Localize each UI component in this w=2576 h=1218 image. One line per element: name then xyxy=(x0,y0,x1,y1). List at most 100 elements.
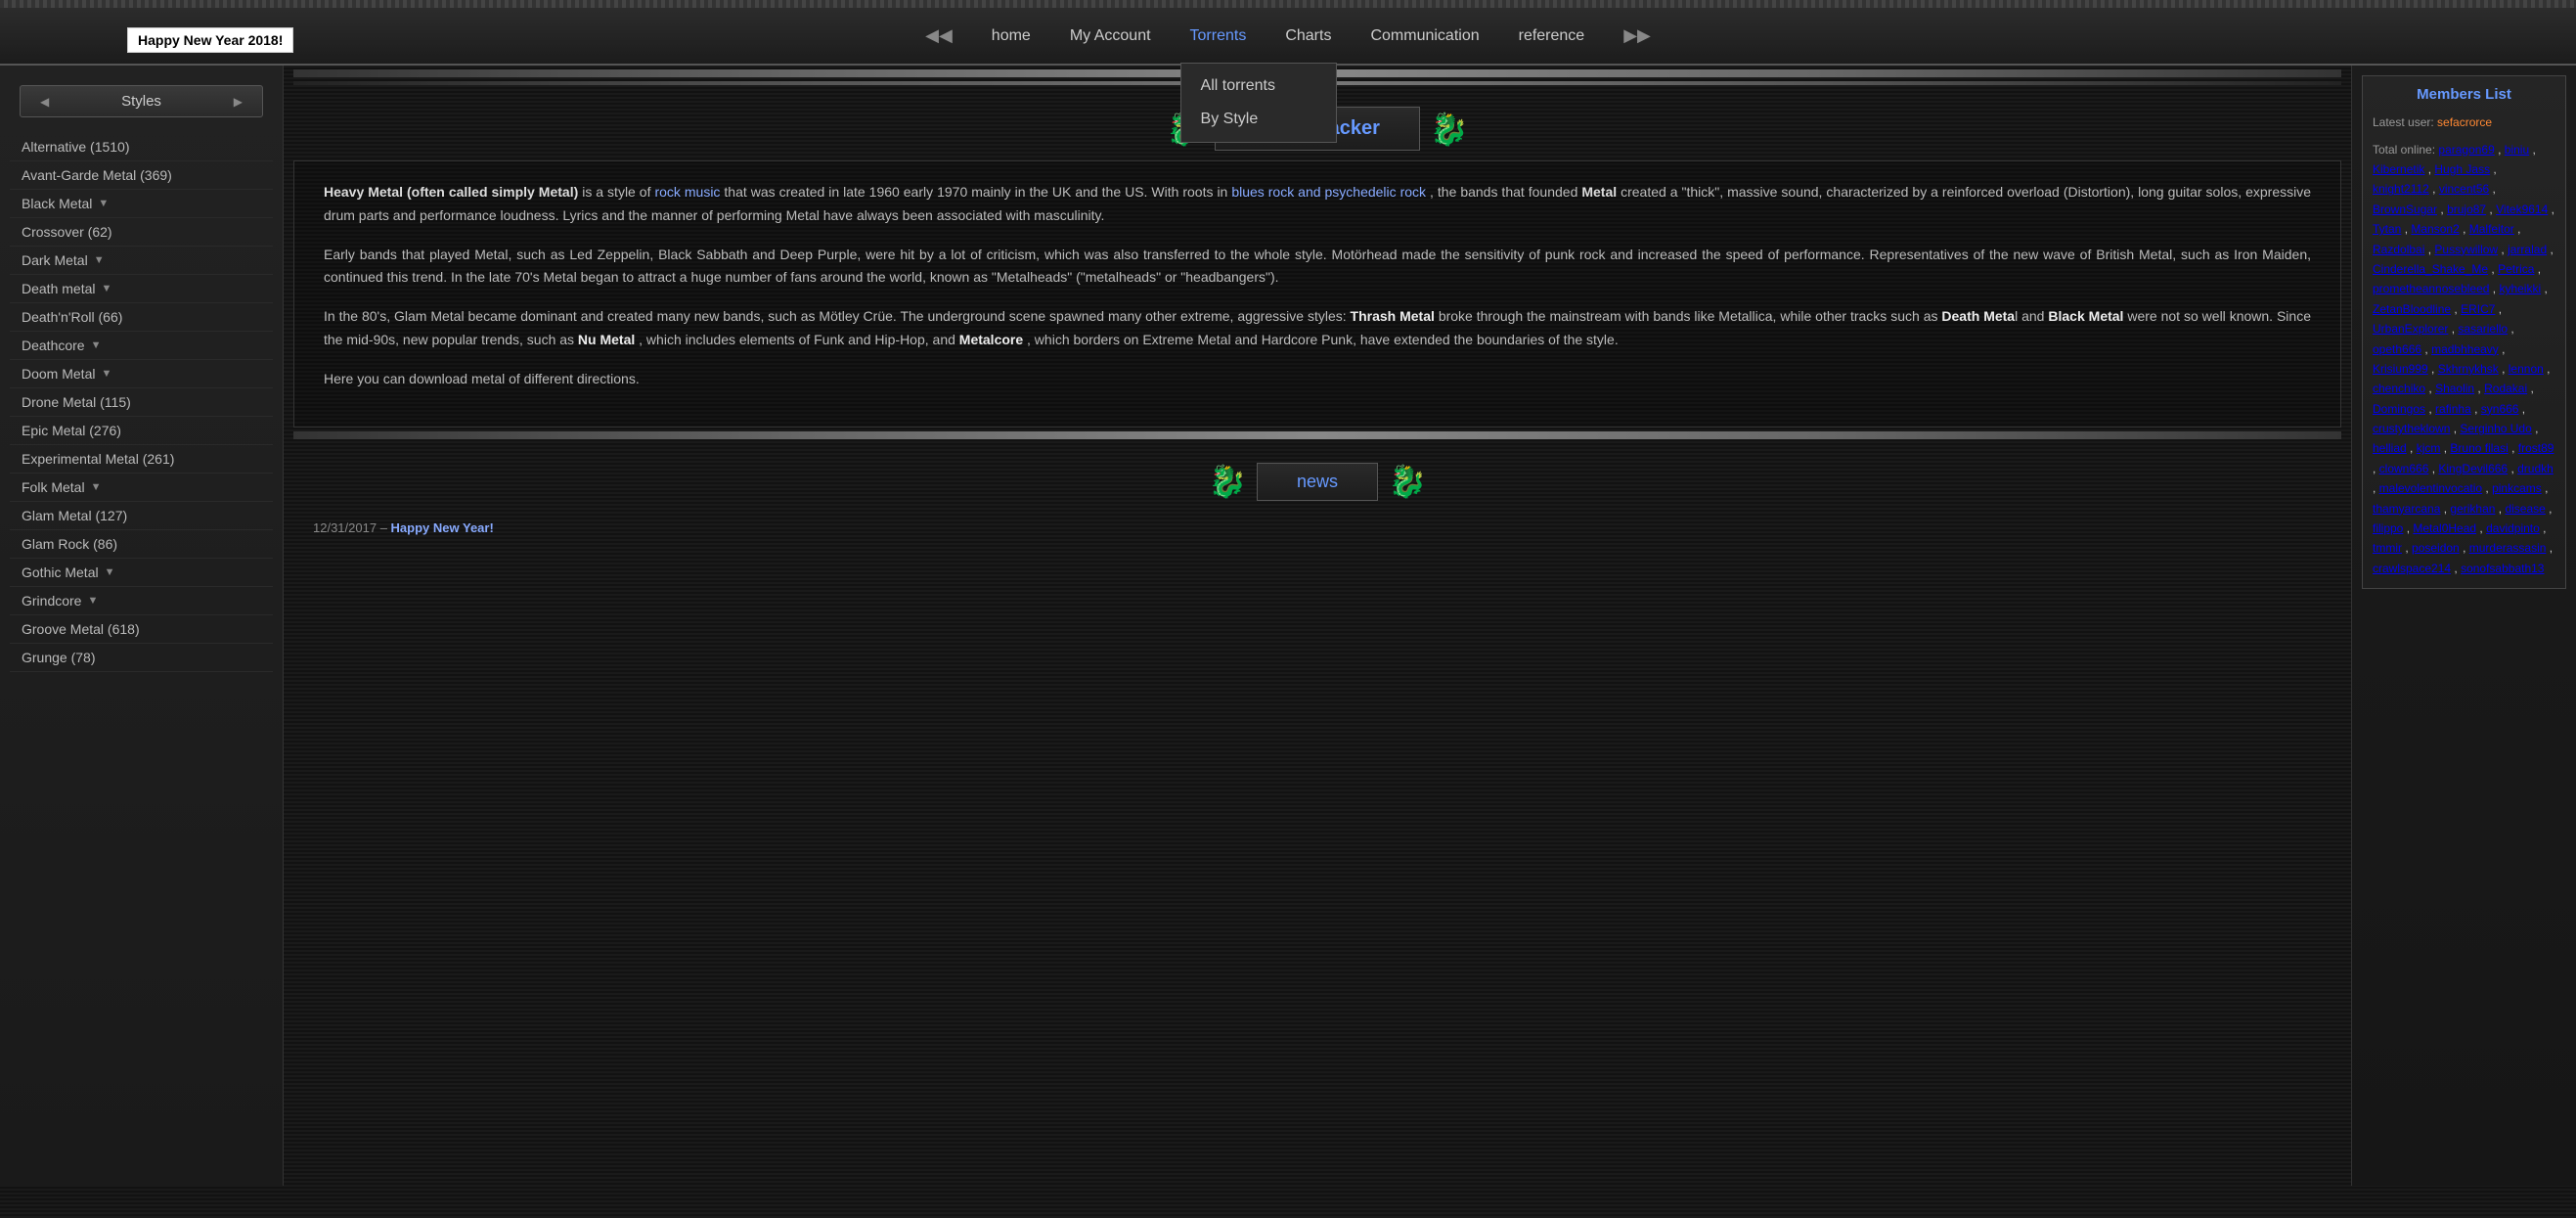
online-user-link[interactable]: Malfeitor xyxy=(2469,222,2514,236)
online-user-link[interactable]: gerikhan xyxy=(2450,502,2495,516)
online-user-link[interactable]: lennon xyxy=(2509,362,2544,376)
online-user-link[interactable]: crawlspace214 xyxy=(2373,562,2451,575)
sidebar-item-label: Crossover (62) xyxy=(22,224,112,240)
online-user-link[interactable]: Rodakai xyxy=(2484,382,2527,395)
online-user-link[interactable]: Serginho Udo xyxy=(2460,422,2531,435)
online-user-link[interactable]: Shaolin xyxy=(2435,382,2474,395)
online-user-link[interactable]: Manson2 xyxy=(2411,222,2459,236)
online-user-link[interactable]: Kibernetik xyxy=(2373,162,2424,176)
online-user-link[interactable]: Tytan xyxy=(2373,222,2401,236)
nav-item-home[interactable]: home xyxy=(992,27,1031,45)
sidebar-item-avantgarde[interactable]: Avant-Garde Metal (369) xyxy=(10,161,273,190)
online-user-link[interactable]: Skhrnykhsk xyxy=(2438,362,2499,376)
torrents-dropdown: All torrents By Style xyxy=(1180,63,1337,143)
sidebar-item-deathmetal[interactable]: Death metal ▼ xyxy=(10,275,273,303)
sidebar-item-epicmetal[interactable]: Epic Metal (276) xyxy=(10,417,273,445)
online-user-link[interactable]: ZetanBloodline xyxy=(2373,302,2451,316)
online-user-link[interactable]: Razdolbai xyxy=(2373,243,2424,256)
online-user-link[interactable]: Krisiun999 xyxy=(2373,362,2428,376)
online-user-link[interactable]: sonofsabbath13 xyxy=(2461,562,2544,575)
online-user-link[interactable]: madbhheavy xyxy=(2431,342,2499,356)
article-bold-metal: Metal xyxy=(1581,184,1617,200)
nav-link-myaccount[interactable]: My Account xyxy=(1070,27,1151,44)
nav-item-charts[interactable]: Charts xyxy=(1285,27,1331,45)
sidebar-item-gothicmetal[interactable]: Gothic Metal ▼ xyxy=(10,559,273,587)
online-user-link[interactable]: sasariello xyxy=(2458,322,2508,336)
online-user-link[interactable]: malevolentinvocatio xyxy=(2379,481,2482,495)
article-link-rockmusic[interactable]: rock music xyxy=(654,184,720,200)
nav-link-home[interactable]: home xyxy=(992,27,1031,44)
online-user-link[interactable]: crustytheklown xyxy=(2373,422,2450,435)
sidebar-item-darkmetal[interactable]: Dark Metal ▼ xyxy=(10,247,273,275)
news-link[interactable]: Happy New Year! xyxy=(391,520,494,535)
online-user-link[interactable]: UrbanExplorer xyxy=(2373,322,2448,336)
online-user-link[interactable]: kjcm xyxy=(2417,441,2441,455)
expand-arrow-icon: ▼ xyxy=(101,368,111,380)
article-link-bluesrock[interactable]: blues rock and psychedelic rock xyxy=(1231,184,1426,200)
nav-link-charts[interactable]: Charts xyxy=(1285,27,1331,44)
online-user-link[interactable]: tmmir xyxy=(2373,541,2402,555)
online-user-link[interactable]: Vitek9614 xyxy=(2496,203,2548,216)
online-user-link[interactable]: frost89 xyxy=(2518,441,2554,455)
nav-link-communication[interactable]: Communication xyxy=(1370,27,1479,44)
online-user-link[interactable]: ERIC7 xyxy=(2461,302,2495,316)
online-user-link[interactable]: helliad xyxy=(2373,441,2407,455)
online-user-link[interactable]: BrownSugar xyxy=(2373,203,2437,216)
nav-item-myaccount[interactable]: My Account xyxy=(1070,27,1151,45)
nav-item-torrents[interactable]: Torrents All torrents By Style xyxy=(1190,27,1247,45)
online-user-link[interactable]: disease xyxy=(2505,502,2545,516)
sidebar-item-label: Avant-Garde Metal (369) xyxy=(22,167,172,183)
online-user-link[interactable]: Bruno filasi xyxy=(2450,441,2508,455)
online-user-link[interactable]: pinkcams xyxy=(2492,481,2542,495)
nav-link-torrents[interactable]: Torrents xyxy=(1190,27,1247,44)
online-user-link[interactable]: syn666 xyxy=(2481,402,2519,416)
online-user-link[interactable]: Hugh Jass xyxy=(2434,162,2490,176)
dropdown-all-torrents[interactable]: All torrents xyxy=(1181,69,1336,103)
online-user-link[interactable]: filippo xyxy=(2373,521,2403,535)
online-user-link[interactable]: biniu xyxy=(2505,143,2529,157)
sidebar-item-deathnroll[interactable]: Death'n'Roll (66) xyxy=(10,303,273,332)
sidebar-item-alternative[interactable]: Alternative (1510) xyxy=(10,133,273,161)
sidebar-item-folkmetal[interactable]: Folk Metal ▼ xyxy=(10,474,273,502)
sidebar-item-glammetal[interactable]: Glam Metal (127) xyxy=(10,502,273,530)
dropdown-by-style[interactable]: By Style xyxy=(1181,103,1336,136)
online-user-link[interactable]: knight2112 xyxy=(2373,182,2429,196)
online-user-link[interactable]: chenchiko xyxy=(2373,382,2425,395)
online-user-link[interactable]: rafinha xyxy=(2435,402,2471,416)
online-user-link[interactable]: jarralad xyxy=(2508,243,2547,256)
nav-item-communication[interactable]: Communication xyxy=(1370,27,1479,45)
online-user-link[interactable]: thamyarcana xyxy=(2373,502,2440,516)
sidebar-item-groovemetal[interactable]: Groove Metal (618) xyxy=(10,615,273,644)
online-user-link[interactable]: KingDevil666 xyxy=(2438,462,2508,475)
sidebar-item-label: Glam Metal (127) xyxy=(22,508,127,523)
sidebar-item-doommetal[interactable]: Doom Metal ▼ xyxy=(10,360,273,388)
sidebar-item-dronemetal[interactable]: Drone Metal (115) xyxy=(10,388,273,417)
online-user-link[interactable]: prometheannosebleed xyxy=(2373,282,2489,295)
latest-user-link[interactable]: sefacrorce xyxy=(2437,115,2492,129)
sidebar-item-grunge[interactable]: Grunge (78) xyxy=(10,644,273,672)
online-user-link[interactable]: davidpinto xyxy=(2486,521,2540,535)
online-user-link[interactable]: brujo87 xyxy=(2447,203,2486,216)
online-user-link[interactable]: poseidon xyxy=(2412,541,2460,555)
online-user-link[interactable]: vincent56 xyxy=(2439,182,2489,196)
sidebar-item-deathcore[interactable]: Deathcore ▼ xyxy=(10,332,273,360)
online-user-link[interactable]: Metal0Head xyxy=(2413,521,2476,535)
sidebar-item-experimentalmetal[interactable]: Experimental Metal (261) xyxy=(10,445,273,474)
online-user-link[interactable]: murderassasin xyxy=(2469,541,2547,555)
sidebar-item-blackmetal[interactable]: Black Metal ▼ xyxy=(10,190,273,218)
online-user-link[interactable]: paragon69 xyxy=(2438,143,2494,157)
online-user-link[interactable]: drudkh xyxy=(2517,462,2554,475)
online-user-link[interactable]: Cinderella_Shake_Me xyxy=(2373,262,2488,276)
nav-link-reference[interactable]: reference xyxy=(1519,27,1585,44)
nav-item-reference[interactable]: reference xyxy=(1519,27,1585,45)
online-user-link[interactable]: Petrica xyxy=(2498,262,2534,276)
online-user-link[interactable]: Domingos xyxy=(2373,402,2425,416)
news-title-area: 🐉 news 🐉 xyxy=(284,443,2351,511)
online-user-link[interactable]: clown666 xyxy=(2379,462,2429,475)
sidebar-item-glamrock[interactable]: Glam Rock (86) xyxy=(10,530,273,559)
online-user-link[interactable]: Pussywillow xyxy=(2434,243,2498,256)
online-user-link[interactable]: kyheikki xyxy=(2499,282,2541,295)
online-user-link[interactable]: opeth666 xyxy=(2373,342,2421,356)
sidebar-item-grindcore[interactable]: Grindcore ▼ xyxy=(10,587,273,615)
sidebar-item-crossover[interactable]: Crossover (62) xyxy=(10,218,273,247)
